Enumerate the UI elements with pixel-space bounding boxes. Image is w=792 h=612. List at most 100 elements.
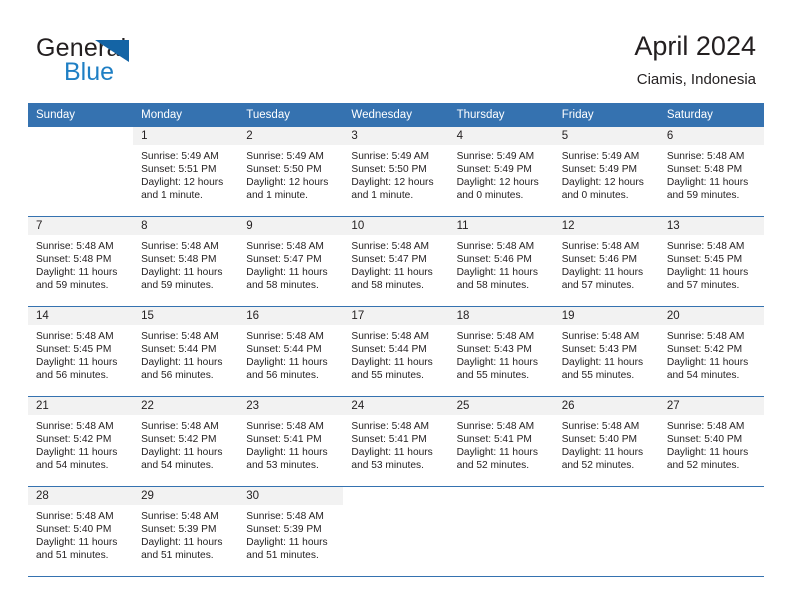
day-details: Sunrise: 5:48 AM Sunset: 5:46 PM Daylight:…: [449, 235, 554, 292]
day-cell-inner: 8 Sunrise: 5:48 AM Sunset: 5:48 PM Daylight…: [133, 217, 239, 306]
calendar-day-cell[interactable]: 9 Sunrise: 5:48 AM Sunset: 5:47 PM Daylight…: [238, 216, 344, 307]
day-number: 7: [28, 217, 134, 235]
calendar-day-cell[interactable]: 22 Sunrise: 5:48 AM Sunset: 5:42 PM Dayligh…: [133, 396, 239, 487]
sunrise-time: Sunrise: 5:48 AM: [246, 421, 324, 432]
day-cell-inner: 14 Sunrise: 5:48 AM Sunset: 5:45 PM Dayligh…: [28, 307, 134, 396]
calendar-day-cell[interactable]: 2 Sunrise: 5:49 AM Sunset: 5:50 PM Daylight…: [238, 127, 344, 217]
calendar-day-cell[interactable]: 3 Sunrise: 5:49 AM Sunset: 5:50 PM Daylight…: [343, 127, 449, 217]
calendar-day-cell[interactable]: 29 Sunrise: 5:48 AM Sunset: 5:39 PM Dayligh…: [133, 486, 239, 576]
calendar-day-cell[interactable]: 8 Sunrise: 5:48 AM Sunset: 5:48 PM Daylight…: [133, 216, 239, 307]
daylight-duration-line1: Daylight: 11 hours: [246, 267, 328, 279]
calendar-day-cell[interactable]: 13 Sunrise: 5:48 AM Sunset: 5:45 PM Dayligh…: [658, 216, 764, 307]
sunrise-time: Sunrise: 5:48 AM: [246, 241, 324, 252]
general-blue-logo[interactable]: General Blue: [36, 36, 236, 92]
calendar-day-cell[interactable]: 5 Sunrise: 5:49 AM Sunset: 5:49 PM Daylight…: [553, 127, 659, 217]
calendar-day-cell[interactable]: 10 Sunrise: 5:48 AM Sunset: 5:47 PM Dayligh…: [343, 216, 449, 307]
daylight-duration-line1: Daylight: 11 hours: [36, 357, 118, 369]
calendar-day-cell[interactable]: 25 Sunrise: 5:48 AM Sunset: 5:41 PM Dayligh…: [448, 396, 554, 487]
sunset-time: Sunset: 5:42 PM: [666, 344, 743, 356]
sunrise-time: Sunrise: 5:49 AM: [141, 151, 219, 162]
calendar-day-cell[interactable]: 24 Sunrise: 5:48 AM Sunset: 5:41 PM Dayligh…: [343, 396, 449, 487]
sunrise-time: Sunrise: 5:49 AM: [351, 151, 430, 162]
day-details: Sunrise: 5:48 AM Sunset: 5:45 PM Daylight:…: [28, 325, 133, 382]
daylight-duration-line1: Daylight: 11 hours: [141, 537, 223, 549]
day-number: [28, 127, 133, 145]
calendar-day-cell[interactable]: 23 Sunrise: 5:48 AM Sunset: 5:41 PM Dayligh…: [238, 396, 344, 487]
sunrise-time: Sunrise: 5:48 AM: [141, 421, 219, 432]
calendar-grid: Sunday Monday Tuesday Wednesday Thursday…: [28, 103, 764, 576]
calendar-day-cell[interactable]: 6 Sunrise: 5:48 AM Sunset: 5:48 PM Daylight…: [658, 127, 764, 217]
calendar-day-cell[interactable]: 20 Sunrise: 5:48 AM Sunset: 5:42 PM Dayligh…: [658, 306, 764, 397]
calendar-day-cell[interactable]: 12 Sunrise: 5:48 AM Sunset: 5:46 PM Dayligh…: [553, 216, 659, 307]
calendar-day-cell[interactable]: 21 Sunrise: 5:48 AM Sunset: 5:42 PM Dayligh…: [28, 396, 134, 487]
sunrise-time: Sunrise: 5:48 AM: [666, 151, 745, 162]
calendar-day-cell[interactable]: 18 Sunrise: 5:48 AM Sunset: 5:43 PM Dayligh…: [448, 306, 554, 397]
day-number: 9: [238, 217, 344, 235]
day-cell-inner: 27 Sunrise: 5:48 AM Sunset: 5:40 PM Dayligh…: [658, 397, 764, 486]
calendar-page: General Blue April 2024 Ciamis, Indonesi…: [0, 0, 792, 612]
sunrise-time: Sunrise: 5:48 AM: [36, 421, 114, 432]
daylight-duration-line2: and 51 minutes.: [36, 550, 109, 562]
calendar-day-cell[interactable]: 16 Sunrise: 5:48 AM Sunset: 5:44 PM Dayligh…: [238, 306, 344, 397]
day-details: Sunrise: 5:48 AM Sunset: 5:40 PM Daylight:…: [28, 505, 133, 562]
sunset-time: Sunset: 5:48 PM: [141, 254, 217, 266]
calendar-day-cell[interactable]: 19 Sunrise: 5:48 AM Sunset: 5:43 PM Dayligh…: [553, 306, 659, 397]
daylight-duration-line1: Daylight: 11 hours: [246, 447, 328, 459]
sunrise-time: Sunrise: 5:48 AM: [246, 511, 324, 522]
day-cell-inner: 17 Sunrise: 5:48 AM Sunset: 5:44 PM Dayligh…: [343, 307, 449, 396]
day-details: Sunrise: 5:48 AM Sunset: 5:41 PM Daylight:…: [343, 415, 448, 472]
calendar-day-cell[interactable]: 7 Sunrise: 5:48 AM Sunset: 5:48 PM Daylight…: [28, 216, 134, 307]
calendar-day-cell[interactable]: 4 Sunrise: 5:49 AM Sunset: 5:49 PM Daylight…: [448, 127, 554, 217]
daylight-duration-line2: and 56 minutes.: [246, 370, 319, 382]
day-number: 10: [343, 217, 449, 235]
day-number: 29: [133, 487, 239, 505]
daylight-duration-line2: and 52 minutes.: [666, 460, 740, 472]
weekday-header-saturday: Saturday: [658, 103, 764, 127]
calendar-day-cell[interactable]: 17 Sunrise: 5:48 AM Sunset: 5:44 PM Dayligh…: [343, 306, 449, 397]
calendar-day-cell[interactable]: 1 Sunrise: 5:49 AM Sunset: 5:51 PM Daylight…: [133, 127, 239, 217]
daylight-duration-line1: Daylight: 11 hours: [246, 357, 328, 369]
day-cell-inner: 21 Sunrise: 5:48 AM Sunset: 5:42 PM Dayligh…: [28, 397, 134, 486]
day-number: 8: [133, 217, 239, 235]
day-number: 28: [28, 487, 134, 505]
calendar-day-cell[interactable]: 28 Sunrise: 5:48 AM Sunset: 5:40 PM Dayligh…: [28, 486, 134, 576]
day-cell-inner: 1 Sunrise: 5:49 AM Sunset: 5:51 PM Daylight…: [133, 127, 239, 216]
sunset-time: Sunset: 5:49 PM: [561, 164, 638, 176]
daylight-duration-line2: and 54 minutes.: [36, 460, 109, 472]
day-number: [343, 487, 448, 505]
sunset-time: Sunset: 5:46 PM: [456, 254, 532, 266]
day-number: 27: [658, 397, 764, 415]
calendar-day-cell[interactable]: 15 Sunrise: 5:48 AM Sunset: 5:44 PM Dayligh…: [133, 306, 239, 397]
sunrise-time: Sunrise: 5:48 AM: [351, 421, 430, 432]
sunrise-time: Sunrise: 5:48 AM: [561, 331, 640, 342]
day-number: 24: [343, 397, 449, 415]
day-details: Sunrise: 5:49 AM Sunset: 5:49 PM Daylight:…: [554, 145, 659, 202]
day-cell-inner: [343, 487, 448, 576]
sunrise-time: Sunrise: 5:48 AM: [456, 421, 535, 432]
day-cell-inner: 6 Sunrise: 5:48 AM Sunset: 5:48 PM Daylight…: [658, 127, 764, 216]
day-details: Sunrise: 5:48 AM Sunset: 5:47 PM Daylight:…: [343, 235, 448, 292]
calendar-day-cell[interactable]: 26 Sunrise: 5:48 AM Sunset: 5:40 PM Dayligh…: [553, 396, 659, 487]
daylight-duration-line1: Daylight: 11 hours: [456, 447, 538, 459]
day-number: 20: [658, 307, 764, 325]
daylight-duration-line1: Daylight: 12 hours: [246, 177, 329, 189]
daylight-duration-line1: Daylight: 11 hours: [666, 177, 749, 189]
day-details: Sunrise: 5:48 AM Sunset: 5:45 PM Daylight:…: [659, 235, 764, 292]
sunset-time: Sunset: 5:40 PM: [666, 434, 743, 446]
daylight-duration-line1: Daylight: 11 hours: [36, 267, 118, 279]
calendar-day-cell[interactable]: 14 Sunrise: 5:48 AM Sunset: 5:45 PM Dayligh…: [28, 306, 134, 397]
calendar-day-cell[interactable]: 30 Sunrise: 5:48 AM Sunset: 5:39 PM Dayligh…: [238, 486, 344, 576]
daylight-duration-line2: and 59 minutes.: [666, 190, 740, 202]
day-number: 6: [658, 127, 764, 145]
daylight-duration-line1: Daylight: 11 hours: [246, 537, 328, 549]
sunrise-time: Sunrise: 5:48 AM: [36, 331, 114, 342]
calendar-day-cell[interactable]: 11 Sunrise: 5:48 AM Sunset: 5:46 PM Dayligh…: [448, 216, 554, 307]
sunset-time: Sunset: 5:51 PM: [141, 164, 217, 176]
day-number: 26: [553, 397, 659, 415]
daylight-duration-line1: Daylight: 11 hours: [561, 267, 644, 279]
sunrise-time: Sunrise: 5:48 AM: [141, 511, 219, 522]
daylight-duration-line1: Daylight: 11 hours: [36, 537, 118, 549]
calendar-day-cell[interactable]: 27 Sunrise: 5:48 AM Sunset: 5:40 PM Dayligh…: [658, 396, 764, 487]
day-details: Sunrise: 5:48 AM Sunset: 5:42 PM Daylight:…: [659, 325, 764, 382]
day-cell-inner: 26 Sunrise: 5:48 AM Sunset: 5:40 PM Dayligh…: [553, 397, 659, 486]
